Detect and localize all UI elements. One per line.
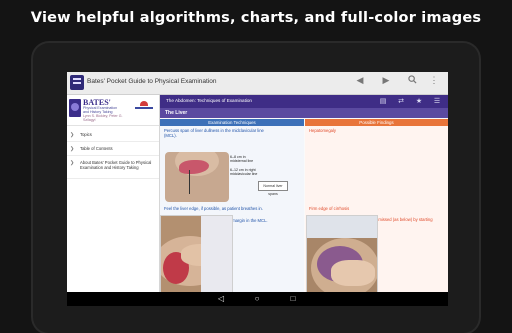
back-icon[interactable]: ◁ (214, 294, 228, 304)
section-title: The Liver (165, 110, 188, 116)
sidebar: BATES' Physical Examination and History … (67, 95, 160, 292)
column-header-techniques: Examination Techniques (160, 119, 304, 126)
forward-arrow-icon[interactable]: ▶ (379, 75, 393, 86)
sheet (201, 216, 232, 293)
normal-liver-spans-callout: Normal liver spans (258, 181, 288, 196)
app-screen: Bates' Pocket Guide to Physical Examinat… (67, 72, 448, 292)
sheet (307, 216, 377, 238)
book-logo: BATES' Physical Examination and History … (69, 98, 157, 122)
chevron-right-icon: ❯ (70, 160, 75, 166)
liver-span-diagram (165, 152, 229, 202)
finding-cirrhosis: Firm edge of cirrhosis (309, 206, 350, 211)
app-title: Bates' Pocket Guide to Physical Examinat… (87, 78, 217, 85)
system-nav-bar: ◁ ○ □ (67, 292, 448, 306)
promo-headline: View helpful algorithms, charts, and ful… (30, 10, 482, 26)
search-icon[interactable] (405, 75, 419, 86)
content-toolbar: The Abdomen: Techniques of Examination ▤… (160, 95, 448, 108)
sidebar-divider (67, 125, 159, 126)
home-icon[interactable]: ○ (250, 294, 264, 304)
sidebar-item-label: About Bates' Pocket Guide to Physical Ex… (80, 160, 152, 171)
star-icon[interactable]: ★ (414, 97, 424, 106)
finding-hepatomegaly: Hepatomegaly (309, 128, 337, 133)
sidebar-item-topics[interactable]: ❯ Topics (67, 128, 159, 142)
technique-text-feel: Feel the liver edge, if possible, as pat… (164, 206, 263, 211)
diagram-label-midsternal: 6–8 cm in midsternal line (230, 155, 254, 164)
recents-icon[interactable]: □ (286, 294, 300, 304)
sync-icon[interactable]: ⇄ (396, 97, 406, 106)
book-badge (69, 99, 81, 117)
publisher-logo (135, 101, 153, 111)
back-arrow-icon[interactable]: ◀ (353, 75, 367, 86)
palpation-photo-left (160, 215, 233, 294)
app-bar: Bates' Pocket Guide to Physical Examinat… (67, 72, 448, 95)
content-toolbar-title: The Abdomen: Techniques of Examination (166, 98, 252, 103)
column-header-findings: Possible Findings (305, 119, 448, 126)
liver-shape (179, 160, 209, 174)
logo-subtitle: Physical Examination and History Taking … (83, 106, 123, 122)
diagram-label-midclavicular: 6–12 cm in right midclavicular line (230, 168, 258, 177)
sidebar-item-label: Table of Contents (80, 146, 113, 151)
overflow-menu-icon[interactable]: ⋮ (427, 75, 441, 86)
chevron-right-icon: ❯ (70, 146, 75, 152)
palpation-photo-right (306, 215, 378, 294)
sidebar-item-table-of-contents[interactable]: ❯ Table of Contents (67, 142, 159, 156)
sidebar-item-label: Topics (80, 132, 92, 137)
list-icon[interactable]: ☰ (432, 97, 442, 106)
app-icon[interactable] (70, 75, 84, 90)
chevron-right-icon: ❯ (70, 132, 75, 138)
sidebar-item-about[interactable]: ❯ About Bates' Pocket Guide to Physical … (67, 156, 159, 179)
section-title-bar: The Liver (160, 108, 448, 118)
ruler-line (189, 170, 190, 194)
technique-text-percuss: Percuss span of liver dullness in the mi… (164, 128, 264, 139)
examiner-hand (331, 260, 375, 286)
copy-icon[interactable]: ▤ (378, 97, 388, 106)
